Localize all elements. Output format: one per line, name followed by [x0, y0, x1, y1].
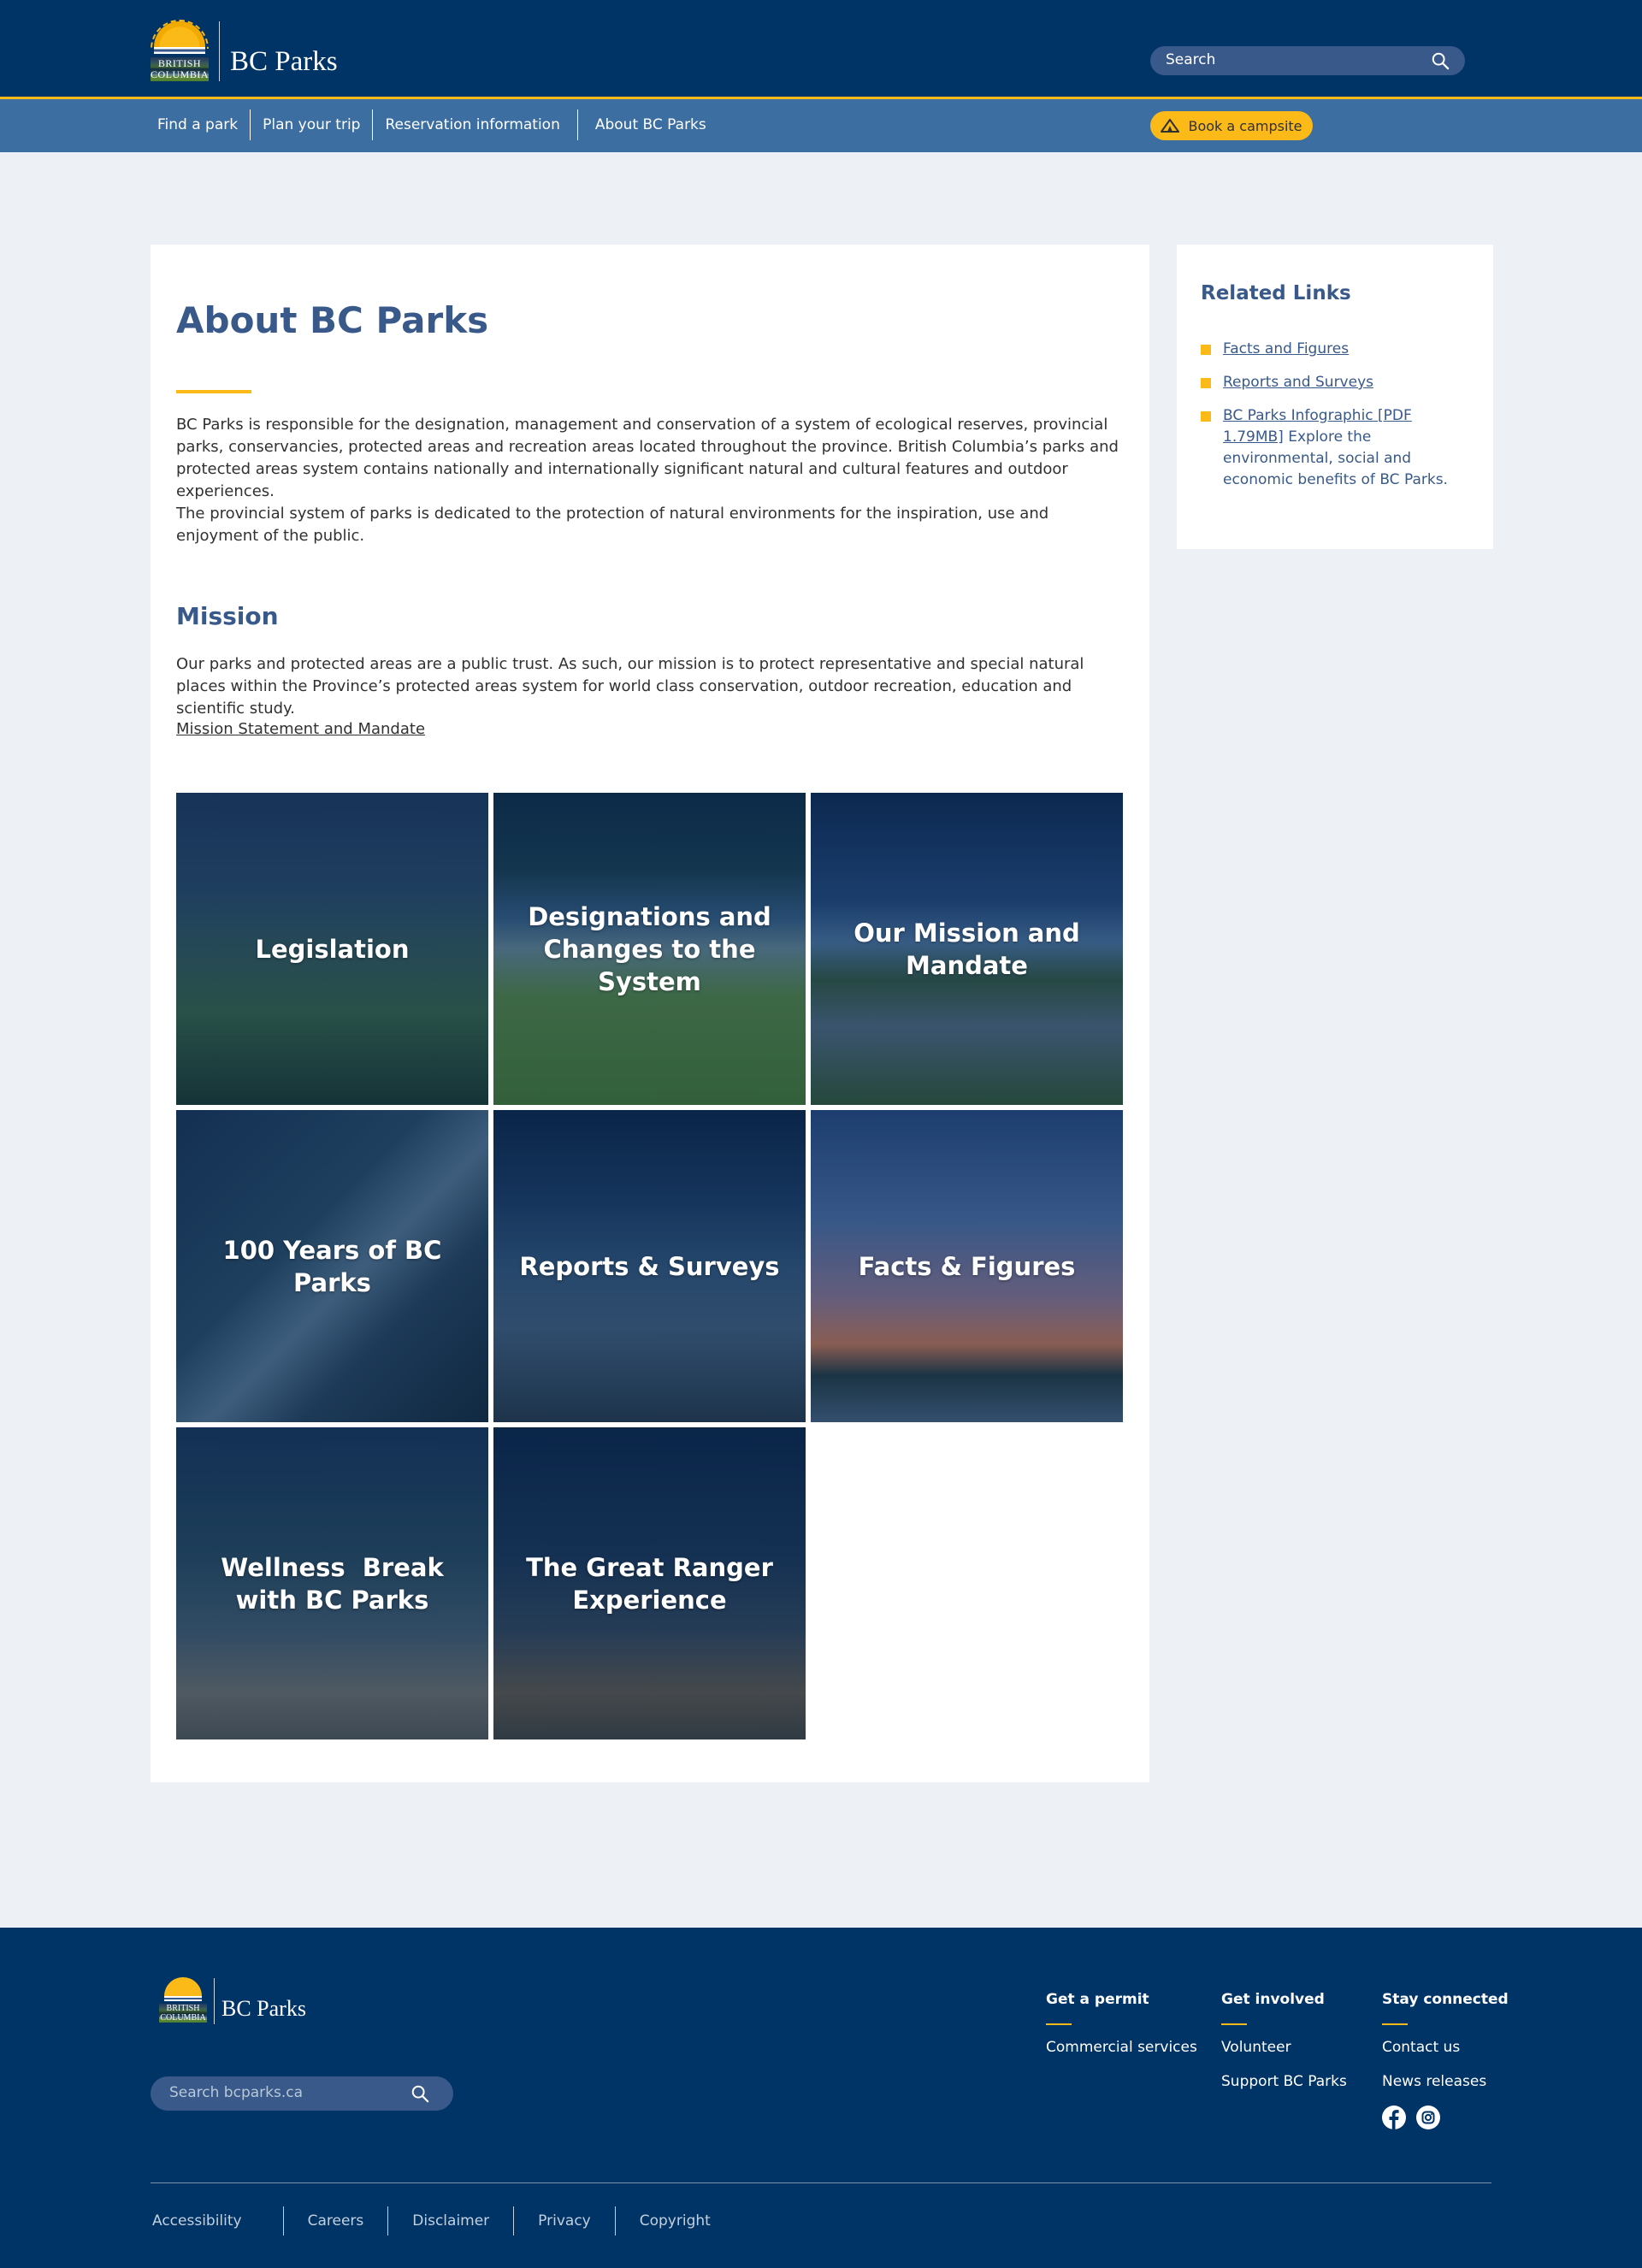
related-links-title: Related Links	[1201, 282, 1351, 304]
related-links-panel: Related Links Facts and Figures Reports …	[1177, 245, 1493, 549]
footer-heading-underline	[1046, 2023, 1072, 2025]
tile-mission-mandate[interactable]: Our Mission and Mandate	[811, 793, 1123, 1105]
related-link-item: Facts and Figures	[1201, 339, 1474, 360]
tile-great-ranger[interactable]: The Great Ranger Experience	[493, 1427, 806, 1739]
logo-divider	[214, 1978, 215, 2024]
related-link-item: Reports and Surveys	[1201, 372, 1474, 393]
intro-paragraph-1: BC Parks is responsible for the designat…	[176, 416, 1119, 500]
tile-legislation[interactable]: Legislation	[176, 793, 488, 1105]
footer-column-get-involved: Get involved Volunteer Support BC Parks	[1221, 1991, 1347, 2107]
footer-link-support[interactable]: Support BC Parks	[1221, 2073, 1347, 2090]
tile-designations[interactable]: Designations and Changes to the System	[493, 793, 806, 1105]
tile-label: Designations and Changes to the System	[528, 901, 771, 996]
nav-item-about-bc-parks[interactable]: About BC Parks	[576, 109, 718, 140]
search-input[interactable]: Search	[1150, 46, 1465, 75]
footer-column-permit: Get a permit Commercial services	[1046, 1991, 1197, 2073]
tile-label: Facts & Figures	[858, 1251, 1076, 1281]
logo-divider	[219, 21, 220, 81]
search-placeholder: Search	[1166, 51, 1216, 68]
footer-heading: Get involved	[1221, 1991, 1325, 2008]
footer-link-copyright[interactable]: Copyright	[614, 2206, 735, 2236]
tile-facts-figures[interactable]: Facts & Figures	[811, 1110, 1123, 1422]
nav-item-reservation-information[interactable]: Reservation information	[372, 109, 576, 140]
tile-label: 100 Years of BC Parks	[222, 1235, 442, 1297]
footer-divider	[151, 2182, 1491, 2183]
tile-label: Wellness Break with BC Parks	[221, 1552, 452, 1615]
footer-column-stay-connected: Stay connected Contact us News releases	[1382, 1991, 1509, 2129]
footer-link-contact-us[interactable]: Contact us	[1382, 2039, 1509, 2056]
search-icon[interactable]	[1431, 51, 1450, 70]
site-footer: BRITISH COLUMBIA BC Parks Search bcparks…	[0, 1928, 1642, 2268]
footer-bottom-links: Accessibility Careers Disclaimer Privacy…	[151, 2206, 735, 2236]
tile-label: Our Mission and Mandate	[853, 918, 1080, 980]
footer-logo-text: BC Parks	[221, 1996, 306, 2021]
footer-link-commercial-services[interactable]: Commercial services	[1046, 2039, 1197, 2056]
instagram-icon[interactable]	[1416, 2106, 1440, 2129]
footer-link-accessibility[interactable]: Accessibility	[151, 2206, 283, 2236]
footer-heading: Stay connected	[1382, 1991, 1509, 2008]
tile-label: The Great Ranger Experience	[526, 1552, 773, 1615]
search-icon[interactable]	[410, 2084, 429, 2103]
site-header: BRITISH COLUMBIA BC Parks Search	[0, 0, 1642, 99]
mission-paragraph: Our parks and protected areas are a publ…	[176, 655, 1084, 718]
nav-item-find-a-park[interactable]: Find a park	[147, 109, 250, 140]
related-link-facts[interactable]: Facts and Figures	[1223, 340, 1349, 357]
footer-link-privacy[interactable]: Privacy	[513, 2206, 615, 2236]
footer-heading: Get a permit	[1046, 1991, 1149, 2008]
main-content: About BC Parks BC Parks is responsible f…	[151, 245, 1149, 1782]
footer-search-placeholder: Search bcparks.ca	[169, 2084, 304, 2101]
tile-label: Reports & Surveys	[519, 1251, 780, 1281]
book-campsite-button[interactable]: Book a campsite	[1150, 111, 1313, 140]
book-campsite-label: Book a campsite	[1188, 117, 1302, 134]
footer-heading-underline	[1382, 2023, 1408, 2025]
footer-link-news-releases[interactable]: News releases	[1382, 2073, 1509, 2090]
related-link-item: BC Parks Infographic [PDF 1.79MB] Explor…	[1201, 405, 1474, 491]
intro-paragraph-2: The provincial system of parks is dedica…	[176, 505, 1049, 545]
related-links-list: Facts and Figures Reports and Surveys BC…	[1201, 339, 1474, 503]
bc-sun-logo-icon: BRITISH COLUMBIA	[159, 1977, 207, 2025]
footer-heading-underline	[1221, 2023, 1247, 2025]
footer-link-disclaimer[interactable]: Disclaimer	[387, 2206, 513, 2236]
bc-parks-logo[interactable]: BRITISH COLUMBIA BC Parks	[151, 20, 338, 82]
tile-label: Legislation	[255, 934, 410, 964]
tile-100-years[interactable]: 100 Years of BC Parks	[176, 1110, 488, 1422]
logo-text: BC Parks	[230, 45, 338, 77]
tent-icon	[1161, 119, 1180, 133]
mission-heading: Mission	[176, 602, 279, 630]
mission-statement-link[interactable]: Mission Statement and Mandate	[176, 720, 425, 738]
footer-search-input[interactable]: Search bcparks.ca	[151, 2076, 453, 2111]
page-title: About BC Parks	[176, 299, 489, 341]
related-link-reports[interactable]: Reports and Surveys	[1223, 374, 1373, 391]
main-nav: Find a park Plan your trip Reservation i…	[0, 99, 1642, 152]
facebook-icon[interactable]	[1382, 2106, 1406, 2129]
footer-logo[interactable]: BRITISH COLUMBIA BC Parks	[159, 1977, 306, 2025]
tile-wellness-break[interactable]: Wellness Break with BC Parks	[176, 1427, 488, 1739]
tile-reports-surveys[interactable]: Reports & Surveys	[493, 1110, 806, 1422]
title-underline	[176, 390, 251, 393]
bc-sun-logo-icon: BRITISH COLUMBIA	[151, 20, 209, 81]
nav-item-plan-your-trip[interactable]: Plan your trip	[250, 109, 372, 140]
footer-link-volunteer[interactable]: Volunteer	[1221, 2039, 1347, 2056]
footer-link-careers[interactable]: Careers	[282, 2206, 388, 2236]
social-links	[1382, 2106, 1509, 2129]
